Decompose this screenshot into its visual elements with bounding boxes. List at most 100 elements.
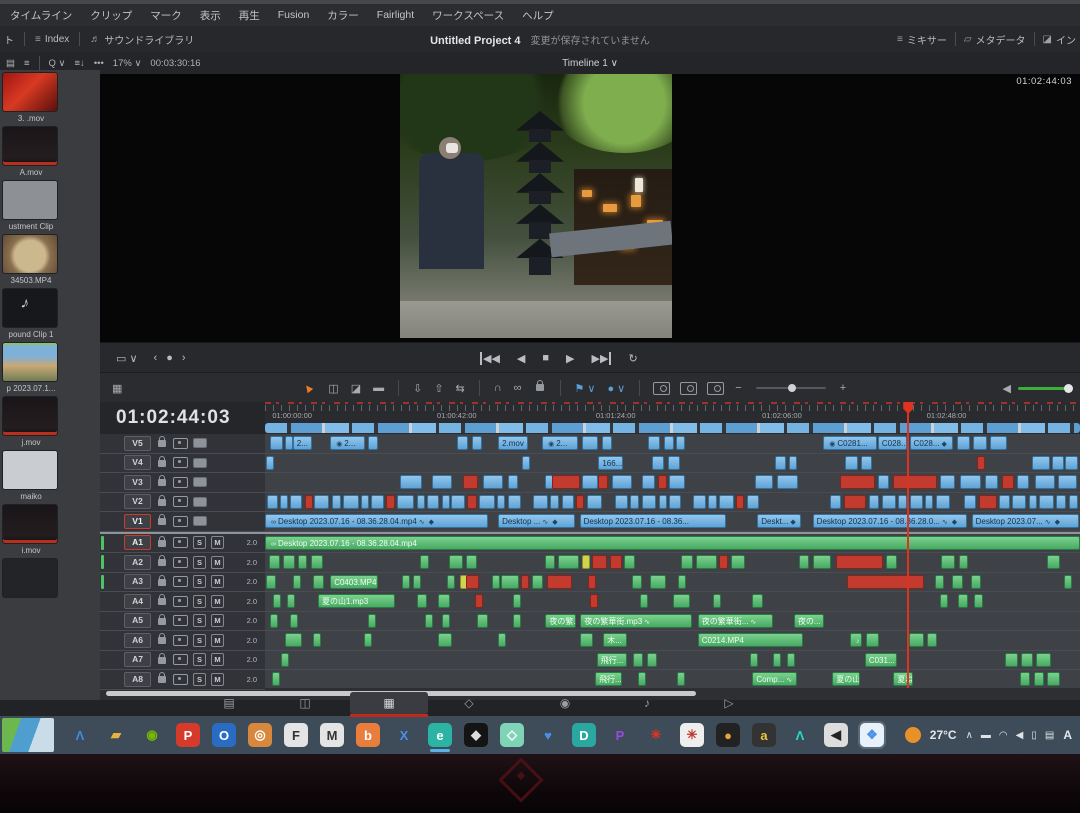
timeline-clip[interactable] [479, 495, 494, 509]
timeline-clip[interactable] [449, 555, 463, 569]
edge-browser[interactable]: e [428, 723, 452, 747]
page-button-fusion[interactable]: ◇ [454, 692, 484, 714]
timeline-clip[interactable] [314, 495, 329, 509]
playhead[interactable] [907, 406, 909, 688]
snapping-icon[interactable]: ∩ [494, 382, 502, 394]
timeline-selector[interactable]: Timeline 1 ∨ [100, 58, 1080, 69]
media-pool-item[interactable]: A.mov [2, 126, 60, 177]
track-lock-icon[interactable] [156, 612, 168, 630]
timeline-clip[interactable] [588, 575, 596, 589]
timeline-clip[interactable]: Desktop 2023.07.16 - 08.36... [580, 514, 727, 528]
timeline-clip[interactable] [668, 456, 680, 470]
go-to-end-button[interactable]: ▶▶ [592, 352, 612, 365]
mute-button[interactable]: M [211, 653, 224, 666]
timeline-clip[interactable] [576, 495, 584, 509]
timeline-clip[interactable] [457, 436, 468, 450]
timeline-clip[interactable] [492, 575, 500, 589]
timeline-clip[interactable]: C031... [865, 653, 898, 667]
tray-icon[interactable]: ▬ [981, 730, 991, 741]
full-extent-zoom-icon[interactable] [653, 382, 670, 395]
timeline-clip[interactable] [522, 456, 530, 470]
track-name-badge[interactable]: A6 [124, 633, 151, 648]
timeline-clip[interactable] [861, 456, 872, 470]
timeline-clip[interactable] [508, 495, 521, 509]
menu-item[interactable]: ヘルプ [522, 8, 554, 23]
track-enable-icon[interactable] [193, 497, 207, 507]
timeline-clip[interactable] [681, 555, 693, 569]
timeline-clip[interactable] [830, 495, 841, 509]
track-lock-icon[interactable] [156, 651, 168, 669]
menu-item[interactable]: 再生 [239, 8, 260, 23]
timeline-clip[interactable] [463, 475, 478, 489]
timeline-clip[interactable] [789, 456, 797, 470]
timeline-clip[interactable] [400, 475, 422, 489]
timeline-clip[interactable]: 夜の繁... [545, 614, 575, 628]
timeline-clip[interactable] [602, 436, 613, 450]
d-app[interactable]: D [572, 723, 596, 747]
timeline-clip[interactable]: Desktop ...∿◆ [498, 514, 575, 528]
timeline-clip[interactable] [638, 672, 646, 686]
search-icon[interactable]: Q ∨ [49, 58, 66, 69]
timeline-clip[interactable] [964, 495, 976, 509]
timeline-clip[interactable] [438, 633, 452, 647]
track-name-badge[interactable]: V4 [124, 455, 151, 470]
lock-icon[interactable] [534, 382, 546, 394]
timeline-clip[interactable] [612, 475, 632, 489]
timeline-clip[interactable] [547, 575, 572, 589]
timeline-clip[interactable] [845, 456, 858, 470]
timeline-clip[interactable] [1065, 456, 1078, 470]
tray-icon[interactable]: ∧ [966, 730, 973, 741]
timeline-clip[interactable] [432, 475, 452, 489]
timeline-clip[interactable] [658, 475, 667, 489]
jog-control[interactable]: ‹ ● › [154, 352, 189, 364]
timeline-clip[interactable] [973, 436, 987, 450]
timeline-clip[interactable]: 夜の... [794, 614, 824, 628]
timeline-clip[interactable] [475, 594, 483, 608]
timeline-clip[interactable] [545, 555, 556, 569]
auto-select-icon[interactable] [173, 654, 188, 665]
sound-library-button[interactable]: ♬ サウンドライブラリ [90, 32, 194, 47]
track-lock-icon[interactable] [156, 670, 168, 688]
insert-clip-icon[interactable]: ⇩ [413, 382, 422, 395]
timeline-clip[interactable] [287, 594, 295, 608]
mute-button[interactable]: M [211, 634, 224, 647]
track-name-badge[interactable]: A7 [124, 652, 151, 667]
track-lock-icon[interactable] [156, 553, 168, 571]
timeline-clip[interactable] [1039, 495, 1054, 509]
auto-select-icon[interactable] [173, 596, 188, 607]
track-enable-icon[interactable] [193, 516, 207, 526]
timeline-clip[interactable] [630, 495, 639, 509]
media-pool-item[interactable] [2, 558, 60, 600]
timeline-clip[interactable] [615, 495, 628, 509]
f-app[interactable]: F [284, 723, 308, 747]
timeline-clip[interactable] [477, 614, 488, 628]
timeline-clip[interactable]: 夏の山... [832, 672, 860, 686]
timeline-clip[interactable] [813, 555, 830, 569]
track-name-badge[interactable]: V1 [124, 514, 151, 529]
track-lock-icon[interactable] [156, 592, 168, 610]
timeline-clip[interactable]: ∞Desktop 2023.07.16 - 08.36.28.04.mp4∿◆ [265, 514, 488, 528]
timeline-clip[interactable] [447, 575, 455, 589]
menu-item[interactable]: 表示 [200, 8, 221, 23]
timeline-clip[interactable] [1047, 672, 1059, 686]
timeline-clip[interactable] [590, 594, 598, 608]
timeline-clip[interactable] [633, 653, 643, 667]
timeline-clip[interactable] [290, 614, 298, 628]
timeline-clip[interactable] [532, 575, 543, 589]
timeline-clip[interactable] [397, 495, 414, 509]
timeline-clip[interactable] [1056, 495, 1066, 509]
track-enable-icon[interactable] [193, 477, 207, 487]
timeline-clip[interactable]: ◉2... [330, 436, 365, 450]
timeline-clip[interactable] [669, 475, 684, 489]
timeline-clip[interactable]: 2.mov [498, 436, 528, 450]
timeline-clip[interactable]: 夏の山1.mp3 [318, 594, 395, 608]
timeline-clip[interactable] [298, 555, 307, 569]
page-button-fairlight[interactable]: ♪ [632, 692, 662, 714]
mute-button[interactable]: M [211, 614, 224, 627]
page-button-color[interactable]: ◉ [550, 692, 580, 714]
timeline-clip[interactable]: 飛行... [595, 672, 622, 686]
timeline-clip[interactable] [840, 475, 874, 489]
timeline-clip[interactable] [719, 495, 734, 509]
timeline-clip[interactable]: ∞Desktop 2023.07.16 - 08.36.28.04.mp4 [265, 536, 1080, 550]
timeline-clip[interactable] [898, 495, 907, 509]
